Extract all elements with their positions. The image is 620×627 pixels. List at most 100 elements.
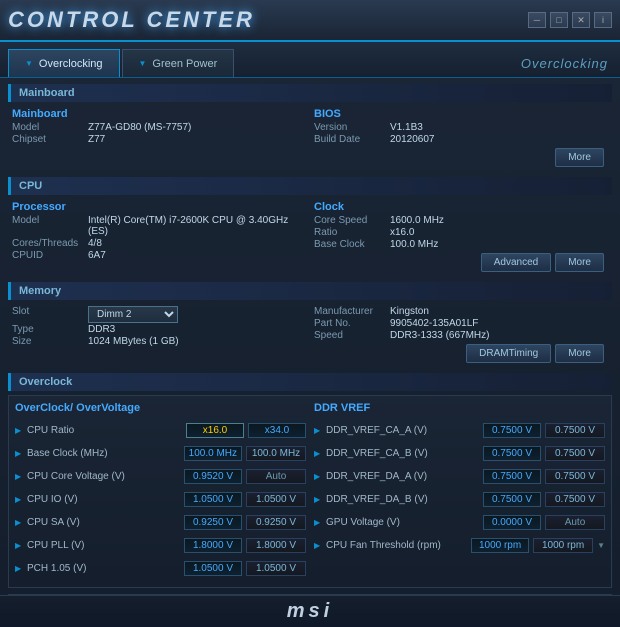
oc-cpusa-val1: 0.9250 V [184, 515, 242, 530]
info-row: Slot Dimm 2 [12, 306, 306, 323]
cpu-left: Processor Model Intel(R) Core(TM) i7-260… [12, 199, 306, 276]
cpu-model-val: Intel(R) Core(TM) i7-2600K CPU @ 3.40GHz… [88, 215, 306, 237]
oc-cpupll-label: CPU PLL (V) [27, 540, 180, 551]
info-row: Manufacturer Kingston [314, 306, 608, 317]
oc-row-cpuio: ▶ CPU IO (V) 1.0500 V 1.0500 V [15, 489, 306, 509]
oc-arrow-icon: ▶ [15, 541, 23, 550]
ddr-row-2: ▶ DDR_VREF_DA_A (V) 0.7500 V 0.7500 V [314, 466, 605, 486]
ddr-label-2: DDR_VREF_DA_A (V) [326, 471, 479, 482]
info-row: Base Clock 100.0 MHz [314, 239, 608, 250]
clock-label: Clock [314, 201, 608, 213]
oc-baseclock-val1: 100.0 MHz [184, 446, 242, 461]
info-row: Size 1024 MBytes (1 GB) [12, 336, 306, 347]
ddr-label-5: CPU Fan Threshold (rpm) [326, 540, 467, 551]
oc-row-cpusa: ▶ CPU SA (V) 0.9250 V 0.9250 V [15, 512, 306, 532]
memory-left: Slot Dimm 2 Type DDR3 Size 1024 MBytes (… [12, 304, 306, 367]
mainboard-more-button[interactable]: More [555, 148, 604, 167]
oc-baseclock-label: Base Clock (MHz) [27, 448, 180, 459]
ddr-val1-4: 0.0000 V [483, 515, 541, 530]
ddr-val2-4: Auto [545, 515, 605, 530]
ddr-val1-5: 1000 rpm [471, 538, 529, 553]
cpu-more-button[interactable]: More [555, 253, 604, 272]
oc-arrow-icon: ▶ [314, 518, 322, 527]
info-row: Model Z77A-GD80 (MS-7757) [12, 122, 306, 133]
manufacturer-key: Manufacturer [314, 306, 384, 317]
cpuid-val: 6A7 [88, 250, 106, 261]
title-bar: Control Center ─ □ ✕ i [0, 0, 620, 42]
type-val: DDR3 [88, 324, 115, 335]
oc-arrow-icon: ▶ [314, 541, 322, 550]
type-key: Type [12, 324, 82, 335]
tab-arrow-icon2: ▼ [139, 59, 147, 68]
slot-key: Slot [12, 306, 82, 323]
minimize-button[interactable]: ─ [528, 12, 546, 28]
tab-greenpower[interactable]: ▼ Green Power [122, 49, 235, 77]
oc-arrow-icon: ▶ [314, 426, 322, 435]
ddr-label-0: DDR_VREF_CA_A (V) [326, 425, 479, 436]
oc-cpuio-val1: 1.0500 V [184, 492, 242, 507]
info-row: CPUID 6A7 [12, 250, 306, 261]
ddr-val1-2: 0.7500 V [483, 469, 541, 484]
model-val: Z77A-GD80 (MS-7757) [88, 122, 191, 133]
oc-arrow-icon: ▶ [15, 472, 23, 481]
oc-cpusa-label: CPU SA (V) [27, 517, 180, 528]
version-key: Version [314, 122, 384, 133]
overclock-header: Overclock [8, 373, 612, 391]
corespeed-val: 1600.0 MHz [390, 215, 444, 226]
cpu-section: CPU Processor Model Intel(R) Core(TM) i7… [8, 177, 612, 276]
ddr-col-header: DDR VREF [314, 402, 605, 414]
ddr-label-3: DDR_VREF_DA_B (V) [326, 494, 479, 505]
size-key: Size [12, 336, 82, 347]
dram-timing-button[interactable]: DRAMTiming [466, 344, 551, 363]
ddr-row-4: ▶ GPU Voltage (V) 0.0000 V Auto [314, 512, 605, 532]
ddr-val2-5: 1000 rpm [533, 538, 593, 553]
ddr-val2-0: 0.7500 V [545, 423, 605, 438]
oc-arrow-icon: ▶ [314, 495, 322, 504]
ddr-row-1: ▶ DDR_VREF_CA_B (V) 0.7500 V 0.7500 V [314, 443, 605, 463]
info-row: Chipset Z77 [12, 134, 306, 145]
main-content: Mainboard Mainboard Model Z77A-GD80 (MS-… [0, 78, 620, 595]
mainboard-right: BIOS Version V1.1B3 Build Date 20120607 … [314, 106, 608, 171]
slot-dropdown[interactable]: Dimm 2 [88, 306, 178, 323]
maximize-button[interactable]: □ [550, 12, 568, 28]
ratio-val: x16.0 [390, 227, 414, 238]
mainboard-left: Mainboard Model Z77A-GD80 (MS-7757) Chip… [12, 106, 306, 171]
oc-corevolt-val1: 0.9520 V [184, 469, 242, 484]
baseclock-val: 100.0 MHz [390, 239, 438, 250]
ddr-row-3: ▶ DDR_VREF_DA_B (V) 0.7500 V 0.7500 V [314, 489, 605, 509]
model-key: Model [12, 122, 82, 133]
version-val: V1.1B3 [390, 122, 423, 133]
oc-corevolt-label: CPU Core Voltage (V) [27, 471, 180, 482]
memory-btn-row: DRAMTiming More [314, 342, 608, 365]
chipset-key: Chipset [12, 134, 82, 145]
oc-pch-label: PCH 1.05 (V) [27, 563, 180, 574]
cpu-header: CPU [8, 177, 612, 195]
oc-cpusa-val2: 0.9250 V [246, 515, 306, 530]
mainboard-grid: Mainboard Model Z77A-GD80 (MS-7757) Chip… [8, 106, 612, 171]
cpu-btn-row: Advanced More [314, 251, 608, 274]
oc-arrow-icon: ▶ [314, 472, 322, 481]
cores-val: 4/8 [88, 238, 102, 249]
info-row: Model Intel(R) Core(TM) i7-2600K CPU @ 3… [12, 215, 306, 237]
tab-overclocking[interactable]: ▼ Overclocking [8, 49, 120, 77]
memory-grid: Slot Dimm 2 Type DDR3 Size 1024 MBytes (… [8, 304, 612, 367]
oc-arrow-icon: ▶ [15, 518, 23, 527]
builddate-val: 20120607 [390, 134, 435, 145]
info-row: Speed DDR3-1333 (667MHz) [314, 330, 608, 341]
oc-arrow-icon: ▶ [15, 426, 23, 435]
info-row: Part No. 9905402-135A01LF [314, 318, 608, 329]
info-button[interactable]: i [594, 12, 612, 28]
ddr-row-5: ▶ CPU Fan Threshold (rpm) 1000 rpm 1000 … [314, 535, 605, 555]
close-button[interactable]: ✕ [572, 12, 590, 28]
overclock-section: Overclock OverClock/ OverVoltage ▶ CPU R… [8, 373, 612, 588]
oc-cpu-ratio-val1: x16.0 [186, 423, 244, 438]
mainboard-section: Mainboard Mainboard Model Z77A-GD80 (MS-… [8, 84, 612, 171]
ddr-label-4: GPU Voltage (V) [326, 517, 479, 528]
oc-cpuio-val2: 1.0500 V [246, 492, 306, 507]
memory-more-button[interactable]: More [555, 344, 604, 363]
info-row: Build Date 20120607 [314, 134, 608, 145]
tab-overclocking-label: Overclocking [39, 58, 103, 70]
oc-cpupll-val1: 1.8000 V [184, 538, 242, 553]
advanced-button[interactable]: Advanced [481, 253, 551, 272]
msi-logo: msi [287, 600, 333, 623]
